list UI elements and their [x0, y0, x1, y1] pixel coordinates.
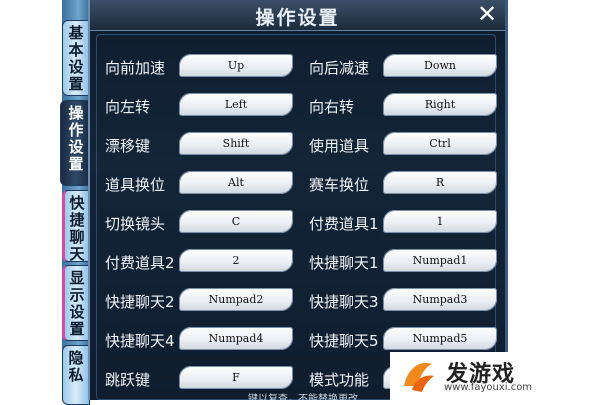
key-binding-button[interactable]: Up: [179, 54, 293, 77]
key-binding-button[interactable]: Numpad3: [383, 288, 497, 311]
side-tab-label: 快捷聊天: [69, 195, 84, 263]
side-tab-label: 基本设置: [68, 25, 83, 93]
binding-row: 快捷聊天2 Numpad2 快捷聊天3 Numpad3: [105, 285, 505, 317]
side-tab-char: 设: [68, 58, 84, 76]
binding-label: 快捷聊天1: [309, 254, 379, 272]
binding-label: 跳跃键: [105, 371, 151, 389]
binding-label: 向后减速: [309, 59, 370, 77]
binding-label: 快捷聊天3: [309, 293, 379, 311]
key-binding-button[interactable]: Alt: [179, 171, 293, 194]
binding-label: 模式功能: [309, 371, 370, 389]
key-binding-button[interactable]: Numpad2: [179, 288, 293, 311]
binding-row: 向左转 Left 向右转 Right: [105, 90, 505, 122]
settings-window: 操作设置 ✕ 向前加速 Up 向后减速 Down 向左转 Left 向右转 Right 漂移键 S…: [88, 0, 508, 400]
key-binding-button[interactable]: Right: [383, 93, 497, 116]
side-tab-label: 显示设置: [69, 270, 84, 338]
binding-label: 向左转: [105, 98, 151, 116]
key-binding-button[interactable]: Numpad4: [179, 327, 293, 350]
side-tab-char: 置: [68, 75, 84, 93]
side-tab-char: 设: [69, 303, 85, 321]
side-tab-char: 聊: [69, 228, 85, 246]
key-binding-button[interactable]: Down: [383, 54, 497, 77]
key-binding-button[interactable]: Left: [179, 93, 293, 116]
binding-label: 赛车换位: [309, 176, 370, 194]
side-tab-label: 操作设置: [68, 105, 83, 173]
key-binding-button[interactable]: C: [179, 210, 293, 233]
key-binding-list: 向前加速 Up 向后减速 Down 向左转 Left 向右转 Right 漂移键 Shift 使用道…: [96, 34, 497, 400]
title-bar: 操作设置 ✕: [90, 0, 505, 31]
side-tab-char: 捷: [69, 211, 85, 229]
binding-row: 向前加速 Up 向后减速 Down: [105, 51, 505, 83]
binding-label: 向右转: [309, 98, 355, 116]
window-title: 操作设置: [255, 7, 340, 29]
side-tab-char: 操: [68, 104, 84, 122]
binding-label: 快捷聊天2: [105, 293, 175, 311]
side-tab-5[interactable]: 隐私: [62, 345, 90, 405]
side-tab-3[interactable]: 快捷聊天: [62, 190, 90, 263]
side-tab-char: 天: [69, 245, 85, 263]
binding-row: 道具换位 Alt 赛车换位 R: [105, 168, 505, 200]
side-tab-char: 显: [69, 269, 85, 287]
key-binding-button[interactable]: Ctrl: [383, 132, 497, 155]
side-tab-4[interactable]: 显示设置: [62, 265, 90, 341]
key-binding-button[interactable]: F: [179, 366, 293, 389]
close-icon[interactable]: ✕: [475, 2, 499, 26]
binding-label: 付费道具2: [105, 254, 175, 272]
binding-label: 漂移键: [105, 137, 151, 155]
side-tab-char: 私: [68, 366, 84, 384]
side-tab-char: 置: [69, 320, 85, 338]
binding-label: 快捷聊天5: [309, 332, 379, 350]
binding-label: 道具换位: [105, 176, 166, 194]
binding-label: 快捷聊天4: [105, 332, 175, 350]
binding-row: 切换镜头 C 付费道具1 1: [105, 207, 505, 239]
watermark-logo-icon: [404, 362, 434, 392]
binding-label: 付费道具1: [309, 215, 379, 233]
watermark: 发游戏 www.fayouxi.com: [390, 352, 600, 400]
binding-row: 付费道具2 2 快捷聊天1 Numpad1: [105, 246, 505, 278]
side-tab-char: 示: [69, 286, 85, 304]
side-tab-label: 隐私: [68, 350, 83, 384]
binding-label: 使用道具: [309, 137, 370, 155]
side-tab-char: 基: [68, 24, 84, 42]
side-tab-char: 设: [68, 138, 84, 156]
side-tab-char: 快: [69, 194, 85, 212]
binding-label: 向前加速: [105, 59, 166, 77]
binding-row: 漂移键 Shift 使用道具 Ctrl: [105, 129, 505, 161]
key-binding-button[interactable]: Shift: [179, 132, 293, 155]
key-binding-button[interactable]: 1: [383, 210, 497, 233]
key-binding-button[interactable]: Numpad1: [383, 249, 497, 272]
key-binding-button[interactable]: R: [383, 171, 497, 194]
side-tab-char: 作: [68, 121, 84, 139]
binding-label: 切换镜头: [105, 215, 166, 233]
key-binding-button[interactable]: Numpad5: [383, 327, 497, 350]
watermark-url: www.fayouxi.com: [444, 382, 533, 393]
side-tab-1[interactable]: 基本设置: [62, 20, 90, 96]
side-tab-char: 隐: [68, 349, 84, 367]
key-binding-button[interactable]: 2: [179, 249, 293, 272]
side-tab-char: 置: [68, 155, 84, 173]
side-tab-char: 本: [68, 41, 84, 59]
